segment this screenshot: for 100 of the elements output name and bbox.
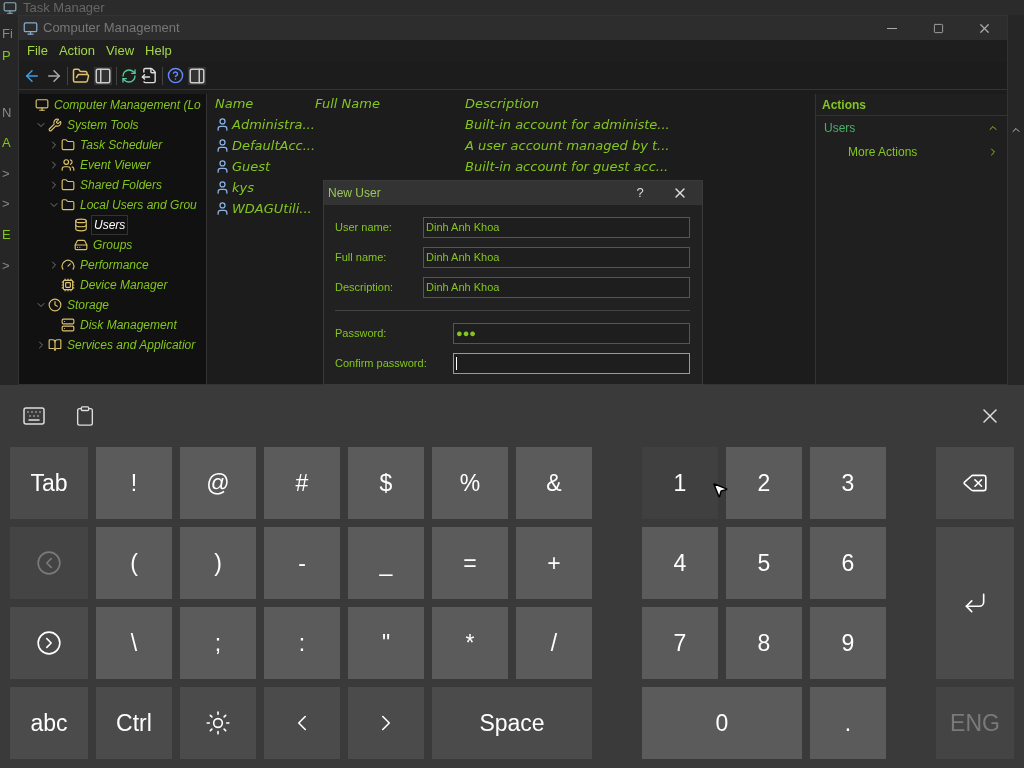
server-icon xyxy=(61,318,75,332)
input-field[interactable]: Dinh Anh Khoa xyxy=(423,277,690,298)
help-icon[interactable] xyxy=(167,67,184,84)
key[interactable]: 4 xyxy=(642,527,718,599)
action-link[interactable]: More Actions xyxy=(848,143,918,161)
mouse-cursor-icon xyxy=(711,481,729,499)
key[interactable]: : xyxy=(264,607,340,679)
tree-item[interactable]: Computer Management (Lo xyxy=(52,96,203,114)
key[interactable]: abc xyxy=(10,687,88,759)
column-header[interactable]: Name xyxy=(215,94,315,114)
key[interactable]: 5 xyxy=(726,527,802,599)
table-cell[interactable]: kys xyxy=(232,177,254,198)
folder-icon xyxy=(61,138,75,152)
tree-item[interactable]: Local Users and Grou xyxy=(78,196,199,214)
window-title: Task Manager xyxy=(23,1,105,14)
folder-icon xyxy=(61,178,75,192)
computer-icon xyxy=(35,98,49,112)
tree-item[interactable]: Shared Folders xyxy=(78,176,165,194)
key[interactable] xyxy=(936,447,1014,519)
user-icon xyxy=(215,180,230,195)
key[interactable]: = xyxy=(432,527,508,599)
tree-item[interactable]: Users xyxy=(91,215,129,235)
key[interactable]: & xyxy=(516,447,592,519)
key[interactable]: / xyxy=(516,607,592,679)
menu-item[interactable]: Action xyxy=(54,41,100,61)
key[interactable]: + xyxy=(516,527,592,599)
key[interactable]: 3 xyxy=(810,447,886,519)
key[interactable] xyxy=(180,687,256,759)
keyboard-settings-icon[interactable] xyxy=(22,404,46,428)
key[interactable]: \ xyxy=(96,607,172,679)
key[interactable]: ) xyxy=(180,527,256,599)
tree-item[interactable]: System Tools xyxy=(65,116,141,134)
window-text: Fi xyxy=(2,25,13,43)
input-field[interactable]: Dinh Anh Khoa xyxy=(423,217,690,238)
menu-item[interactable]: View xyxy=(102,41,139,61)
window-text: E xyxy=(2,226,11,244)
password-field[interactable]: ●●● xyxy=(453,323,690,344)
key[interactable]: ; xyxy=(180,607,256,679)
panel-icon[interactable] xyxy=(188,66,206,85)
field-label: Confirm password: xyxy=(335,356,428,372)
key[interactable]: . xyxy=(810,687,886,759)
tree-item[interactable]: Services and Applicatior xyxy=(65,336,198,354)
key[interactable]: # xyxy=(264,447,340,519)
table-cell[interactable]: WDAGUtili... xyxy=(232,198,312,219)
tree-item[interactable]: Performance xyxy=(78,256,151,274)
chip-icon xyxy=(61,278,75,292)
field-label: Password: xyxy=(335,326,388,342)
minimize-icon xyxy=(887,27,897,29)
key[interactable]: 6 xyxy=(810,527,886,599)
key[interactable]: 7 xyxy=(642,607,718,679)
key[interactable]: ! xyxy=(96,447,172,519)
tree-item[interactable]: Device Manager xyxy=(78,276,170,294)
key[interactable]: Ctrl xyxy=(96,687,172,759)
key[interactable] xyxy=(10,607,88,679)
field-label: Full name: xyxy=(335,250,388,266)
tree-item[interactable]: Disk Management xyxy=(78,316,179,334)
key[interactable]: 2 xyxy=(726,447,802,519)
tools-icon xyxy=(48,118,62,132)
table-cell[interactable]: DefaultAcc... xyxy=(232,135,316,156)
help-button[interactable]: ? xyxy=(622,181,658,205)
password-field[interactable] xyxy=(453,353,690,374)
input-field[interactable]: Dinh Anh Khoa xyxy=(423,247,690,268)
table-cell[interactable]: Guest xyxy=(232,156,271,177)
key[interactable]: Tab xyxy=(10,447,88,519)
tree-item[interactable]: Event Viewer xyxy=(78,156,153,174)
user-icon xyxy=(215,201,230,216)
key[interactable]: % xyxy=(432,447,508,519)
key[interactable]: @ xyxy=(180,447,256,519)
users-icon xyxy=(61,158,75,172)
database-icon xyxy=(74,218,88,232)
panel-icon[interactable] xyxy=(94,66,112,85)
refresh-icon[interactable] xyxy=(121,67,137,84)
key[interactable]: $ xyxy=(348,447,424,519)
table-cell[interactable]: Administra... xyxy=(232,114,315,135)
key[interactable]: " xyxy=(348,607,424,679)
tree-item[interactable]: Groups xyxy=(91,236,135,254)
column-header[interactable]: Full Name xyxy=(315,94,465,114)
forward-circle-icon xyxy=(36,630,62,656)
clock-icon xyxy=(48,298,62,312)
folder-icon[interactable] xyxy=(72,66,90,85)
window-text: A xyxy=(2,134,11,152)
menu-item[interactable]: File xyxy=(23,41,52,61)
export-icon[interactable] xyxy=(141,67,158,84)
tree-item[interactable]: Storage xyxy=(65,296,112,314)
clipboard-icon[interactable] xyxy=(74,405,96,427)
menu-item[interactable]: Help xyxy=(141,41,176,61)
key[interactable]: 8 xyxy=(726,607,802,679)
key[interactable]: 9 xyxy=(810,607,886,679)
actions-section[interactable]: Users xyxy=(824,119,856,137)
key[interactable]: * xyxy=(432,607,508,679)
window-text: > xyxy=(2,257,10,275)
key[interactable]: 0 xyxy=(642,687,802,759)
tree-item[interactable]: Task Scheduler xyxy=(78,136,165,154)
key[interactable]: _ xyxy=(348,527,424,599)
key[interactable]: 1 xyxy=(642,447,718,519)
key[interactable]: ( xyxy=(96,527,172,599)
key[interactable]: - xyxy=(264,527,340,599)
table-cell-text: Built-in account for guest acc... xyxy=(465,157,669,176)
column-header[interactable]: Description xyxy=(465,94,540,114)
key[interactable]: Space xyxy=(432,687,592,759)
